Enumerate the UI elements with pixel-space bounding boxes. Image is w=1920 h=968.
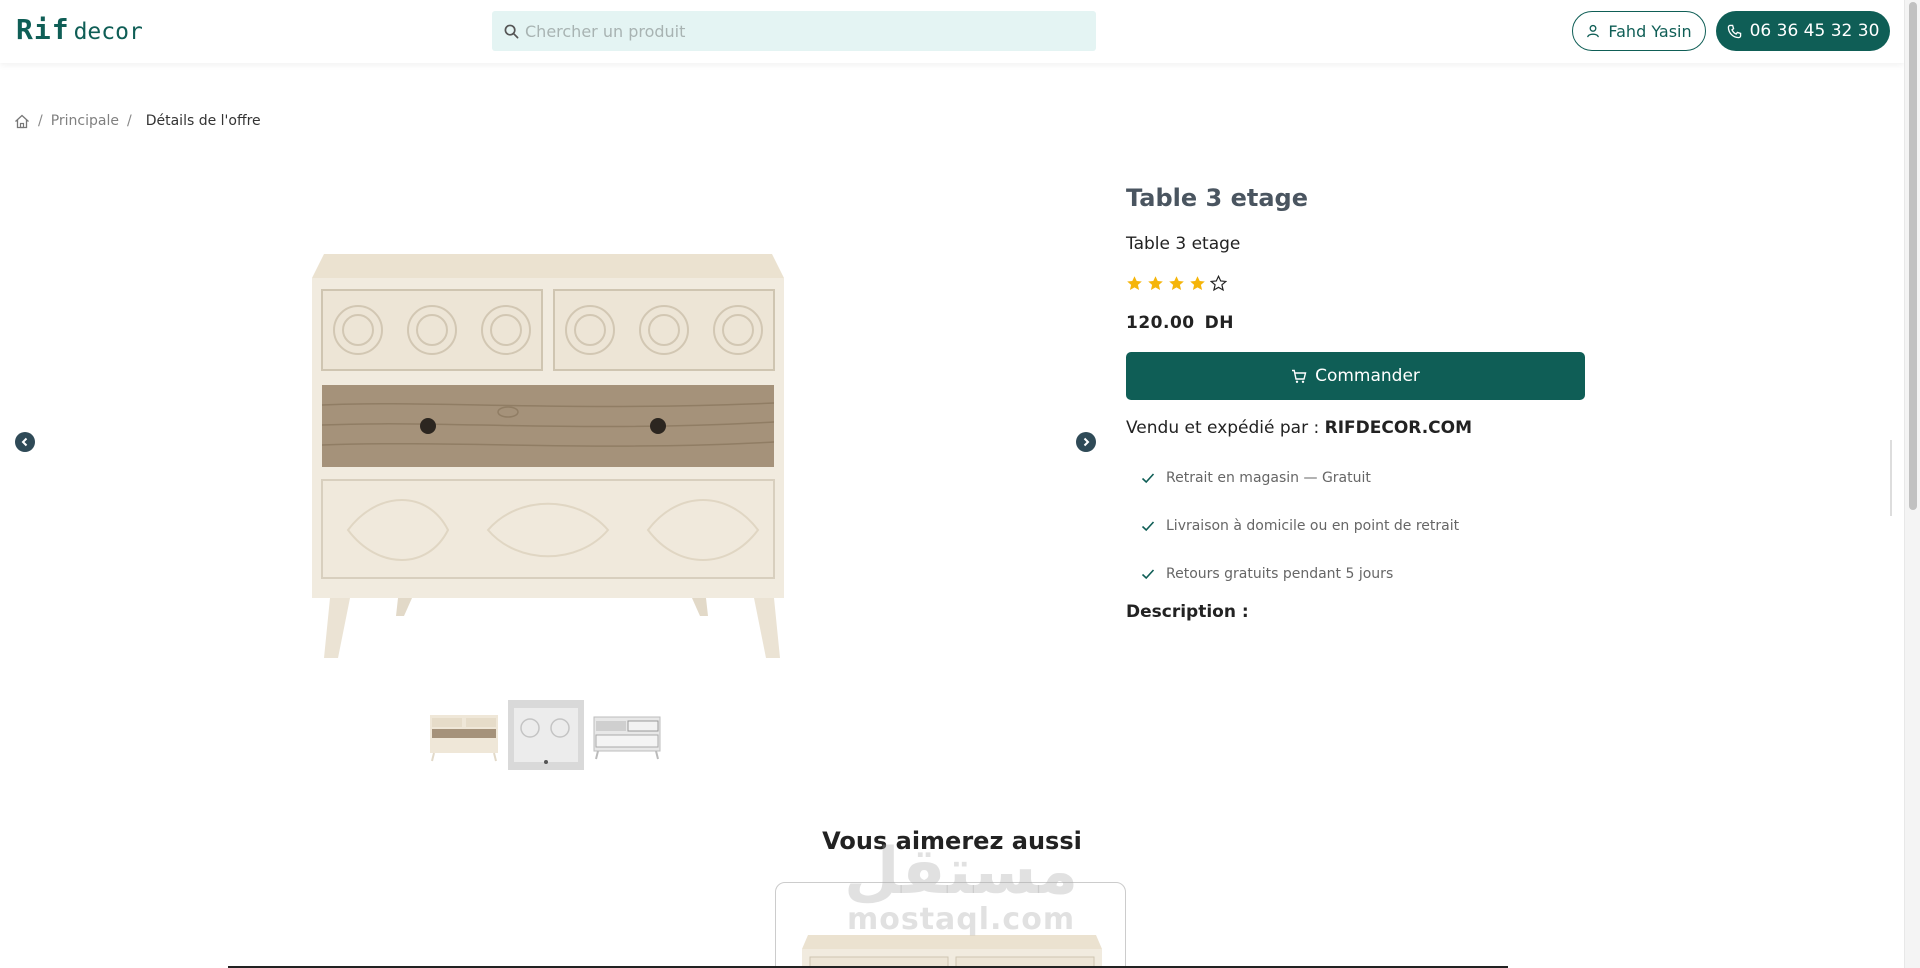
feature-text: Retours gratuits pendant 5 jours (1166, 566, 1394, 582)
gallery-next-arrow[interactable] (1076, 432, 1096, 452)
star-filled-icon (1169, 276, 1184, 290)
features-list: Retrait en magasin — Gratuit Livraison à… (1140, 454, 1459, 598)
order-button[interactable]: Commander (1126, 352, 1585, 400)
chevron-right-icon (1083, 437, 1090, 447)
search-bar[interactable] (492, 11, 1096, 51)
description-label: Description : (1126, 602, 1249, 622)
star-empty-icon (1210, 275, 1227, 292)
home-icon[interactable] (14, 114, 30, 129)
seller-name: RIFDECOR.COM (1324, 418, 1473, 438)
user-name: Fahd Yasin (1608, 21, 1692, 41)
user-account-button[interactable]: Fahd Yasin (1572, 11, 1706, 51)
thumbnail-strip (426, 700, 666, 770)
logo-text-rif: Rif (16, 13, 70, 46)
check-icon (1141, 473, 1155, 484)
rating-stars (1126, 275, 1227, 292)
breadcrumb-separator: / (127, 113, 132, 129)
watermark-arabic: مستقل (844, 835, 1079, 909)
gallery-prev-arrow[interactable] (15, 432, 35, 452)
thumbnail-3[interactable] (590, 700, 666, 770)
check-icon (1141, 521, 1155, 532)
product-subtitle: Table 3 etage (1126, 234, 1241, 254)
feature-text: Retrait en magasin — Gratuit (1166, 470, 1371, 486)
seller-prefix: Vendu et expédié par : (1126, 418, 1320, 438)
search-icon (504, 24, 519, 38)
top-navbar: Rifdecor Fahd Yasin 06 36 45 32 30 (0, 0, 1904, 63)
check-icon (1141, 569, 1155, 580)
breadcrumb-separator: / (38, 113, 43, 129)
page-scrollbar[interactable] (1904, 0, 1920, 968)
order-button-label: Commander (1315, 366, 1420, 386)
feature-item: Retrait en magasin — Gratuit (1140, 454, 1459, 502)
user-icon (1587, 24, 1600, 38)
seller-info: Vendu et expédié par : RIFDECOR.COM (1126, 418, 1472, 438)
logo[interactable]: Rif decor (16, 13, 143, 46)
feature-text: Livraison à domicile ou en point de retr… (1166, 518, 1460, 534)
feature-item: Retours gratuits pendant 5 jours (1140, 550, 1459, 598)
cart-icon (1292, 369, 1307, 383)
logo-text-decor: decor (73, 19, 143, 45)
phone-button[interactable]: 06 36 45 32 30 (1716, 11, 1890, 51)
feature-item: Livraison à domicile ou en point de retr… (1140, 502, 1459, 550)
breadcrumb: / Principale / Détails de l'offre (14, 113, 261, 129)
product-title: Table 3 etage (1126, 184, 1308, 212)
thumbnail-image (508, 700, 584, 770)
price-value: 120.00 (1126, 313, 1195, 333)
scrollbar-thumb[interactable] (1909, 2, 1917, 510)
thumbnail-image (430, 715, 498, 762)
product-main-image (312, 254, 784, 658)
breadcrumb-principal-link[interactable]: Principale (51, 113, 119, 129)
product-price: 120.00 DH (1126, 313, 1234, 333)
chevron-left-icon (21, 437, 28, 447)
price-currency: DH (1204, 313, 1234, 333)
thumbnail-2[interactable] (508, 700, 584, 770)
inner-scroll-indicator (1890, 440, 1892, 516)
search-input[interactable] (525, 13, 1085, 49)
thumbnail-1[interactable] (426, 700, 502, 770)
phone-number: 06 36 45 32 30 (1749, 21, 1880, 41)
breadcrumb-current: Détails de l'offre (145, 113, 261, 129)
star-filled-icon (1127, 276, 1142, 290)
phone-icon (1727, 24, 1741, 38)
star-filled-icon (1190, 276, 1205, 290)
watermark-latin: mostaql.com (846, 902, 1076, 937)
watermark: مستقل mostaql.com (844, 835, 1079, 937)
thumbnail-image (593, 716, 661, 760)
star-filled-icon (1148, 276, 1163, 290)
